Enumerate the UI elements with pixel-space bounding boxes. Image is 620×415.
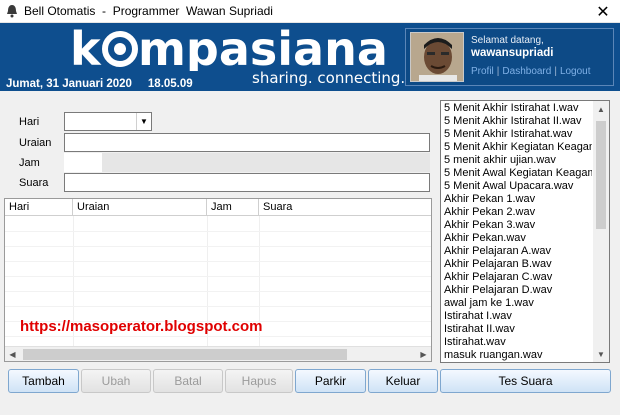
username: wawansupriadi [471,47,554,59]
horizontal-scrollbar[interactable]: ◀ ▶ [5,346,431,361]
uraian-label: Uraian [19,137,52,149]
list-item[interactable]: Istirahat I.wav [444,310,592,323]
greeting-text: Selamat datang, [471,35,544,46]
list-item[interactable]: 5 Menit Akhir Istirahat II.wav [444,115,592,128]
tagline: sharing. connecting. [252,69,406,87]
svg-text:mpasiana: mpasiana [138,25,388,71]
column-header-jam[interactable]: Jam [207,199,259,216]
close-button[interactable]: ✕ [586,0,620,23]
list-item[interactable]: masuk ruangan.wav [444,349,592,362]
list-item[interactable]: Akhir Pekan 2.wav [444,206,592,219]
link-separator: | [554,66,557,77]
arrow-down-icon[interactable]: ▼ [593,346,609,362]
ubah-button[interactable]: Ubah [81,369,151,393]
close-icon: ✕ [596,3,610,21]
arrow-up-icon[interactable]: ▲ [593,101,609,117]
suara-label: Suara [19,177,49,189]
list-item[interactable]: Akhir Pelajaran A.wav [444,245,592,258]
user-panel: Selamat datang, wawansupriadi Profil | Das… [405,28,614,86]
scrollbar-thumb[interactable] [596,121,606,229]
column-header-suara[interactable]: Suara [259,199,431,216]
hari-label: Hari [19,116,40,128]
arrow-left-icon[interactable]: ◀ [5,347,20,361]
avatar [410,32,464,82]
date-time-display: Jumat, 31 Januari 2020 18.05.09 [6,78,193,90]
list-item[interactable]: 5 menit akhir ujian.wav [444,154,592,167]
watermark-url: https://masoperator.blogspot.com [20,318,263,335]
vertical-scrollbar[interactable]: ▲ ▼ [593,101,609,362]
list-item[interactable]: 5 Menit Awal Upacara.wav [444,180,592,193]
arrow-right-icon[interactable]: ▶ [416,347,431,361]
user-links: Profil | Dashboard | Logout [471,66,591,77]
sound-file-list[interactable]: 5 Menit Akhir Istirahat I.wav 5 Menit Akh… [440,100,610,363]
list-item[interactable]: Akhir Pekan 1.wav [444,193,592,206]
batal-button[interactable]: Batal [153,369,223,393]
hari-select[interactable]: ▼ [64,112,152,131]
list-item[interactable]: Akhir Pelajaran D.wav [444,284,592,297]
list-item[interactable]: Istirahat II.wav [444,323,592,336]
column-header-hari[interactable]: Hari [5,199,73,216]
table-header: Hari Uraian Jam Suara [5,199,431,216]
profil-link[interactable]: Profil [471,66,494,77]
suara-input[interactable] [64,173,430,192]
jam-input[interactable] [64,153,102,172]
logout-link[interactable]: Logout [560,66,591,77]
jam-strip [102,153,430,172]
kompasiana-logo: k mpasiana [70,25,388,71]
header-banner: k mpasiana sharing. connecting. Jumat, 3… [0,23,620,91]
list-item[interactable]: Istirahat.wav [444,336,592,349]
scrollbar-thumb[interactable] [23,349,347,360]
tambah-button[interactable]: Tambah [8,369,79,393]
list-item[interactable]: 5 Menit Akhir Kegiatan Keagam [444,141,592,154]
uraian-input[interactable] [64,133,430,152]
list-item[interactable]: Akhir Pekan 3.wav [444,219,592,232]
column-header-uraian[interactable]: Uraian [73,199,207,216]
chevron-down-icon[interactable]: ▼ [136,113,151,130]
list-item[interactable]: 5 Menit Awal Kegiatan Keagam [444,167,592,180]
window-title: Bell Otomatis - Programmer Wawan Supriad… [24,4,273,18]
dashboard-link[interactable]: Dashboard [502,66,551,77]
list-item[interactable]: Akhir Pelajaran B.wav [444,258,592,271]
list-item[interactable]: Akhir Pekan.wav [444,232,592,245]
list-item[interactable]: 5 Menit Akhir Istirahat.wav [444,128,592,141]
hapus-button[interactable]: Hapus [225,369,293,393]
bell-icon [7,5,17,18]
schedule-table[interactable]: Hari Uraian Jam Suara ◀ ▶ [4,198,432,362]
svg-text:k: k [70,25,102,71]
jam-label: Jam [19,157,40,169]
list-item[interactable]: 5 Menit Akhir Istirahat I.wav [444,102,592,115]
list-item[interactable]: Akhir Pelajaran C.wav [444,271,592,284]
button-bar: Tambah Ubah Batal Hapus Parkir Keluar Te… [0,367,620,395]
list-item[interactable]: awal jam ke 1.wav [444,297,592,310]
keluar-button[interactable]: Keluar [368,369,438,393]
title-bar: Bell Otomatis - Programmer Wawan Supriad… [0,0,620,23]
parkir-button[interactable]: Parkir [295,369,366,393]
tes-suara-button[interactable]: Tes Suara [440,369,611,393]
